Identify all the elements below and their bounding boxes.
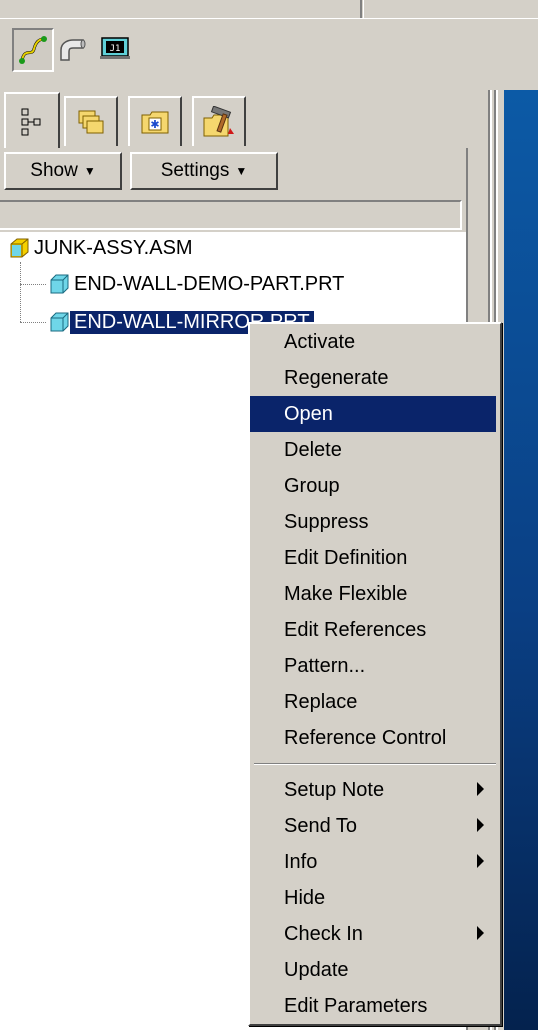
menu-item-label: Send To [284,814,358,837]
menu-separator [254,763,496,765]
menu-item-label: Check In [284,922,363,945]
j1-label: J1 [110,44,121,54]
submenu-arrow-icon [477,854,484,868]
menu-item-update[interactable]: Update [250,952,496,988]
menu-item-label: Edit Definition [284,546,408,569]
menu-item-label: Group [284,474,340,497]
folder-browser-tab[interactable] [64,96,118,146]
part-icon [50,274,69,294]
menu-item-label: Make Flexible [284,582,408,605]
submenu-arrow-icon [477,782,484,796]
show-dropdown-icon: ▼ [83,164,96,178]
menu-item-label: Replace [284,690,358,713]
tree-column-header[interactable] [0,200,462,230]
model-tree-tab[interactable] [4,92,60,150]
menu-item-label: Edit References [284,618,427,641]
model-tree-icon [21,108,41,136]
menu-item-label: Update [284,958,349,981]
menu-item-info[interactable]: Info [250,844,496,880]
menu-item-activate[interactable]: Activate [250,324,496,360]
menu-item-reference-control[interactable]: Reference Control [250,720,496,756]
tree-item-label: END-WALL-DEMO-PART.PRT [74,272,345,295]
menu-item-regenerate[interactable]: Regenerate [250,360,496,396]
menu-item-group[interactable]: Group [250,468,496,504]
menu-item-label: Activate [284,330,356,353]
menu-item-send-to[interactable]: Send To [250,808,496,844]
part-icon [50,312,69,332]
menu-item-label: Hide [284,886,326,909]
menu-item-label: Info [284,850,318,873]
folder-browser-icon [78,110,104,134]
tree-item-part[interactable]: END-WALL-DEMO-PART.PRT [48,270,348,298]
favorites-tab[interactable]: ✱ [128,96,182,146]
menu-item-setup-note[interactable]: Setup Note [250,772,496,808]
menu-item-suppress[interactable]: Suppress [250,504,496,540]
tree-item-assembly[interactable]: JUNK-ASSY.ASM [8,234,197,262]
settings-dropdown-icon: ▼ [235,164,248,178]
menu-item-pattern[interactable]: Pattern... [250,648,496,684]
j1-tool-button[interactable]: J1 [96,28,134,68]
menu-item-hide[interactable]: Hide [250,880,496,916]
pipe-icon [60,39,86,61]
menu-item-label: Delete [284,438,342,461]
menu-item-edit-parameters[interactable]: Edit Parameters [250,988,496,1024]
menu-item-check-in[interactable]: Check In [250,916,496,952]
show-menu-label: Show [30,160,78,181]
menu-item-label: Setup Note [284,778,385,801]
menu-item-edit-references[interactable]: Edit References [250,612,496,648]
menu-item-replace[interactable]: Replace [250,684,496,720]
svg-text:✱: ✱ [150,118,159,131]
curve-icon [19,36,47,64]
graphics-window[interactable] [504,90,538,1030]
menu-item-delete[interactable]: Delete [250,432,496,468]
menu-item-label: Suppress [284,510,369,533]
hammer-folder-icon [203,106,234,137]
submenu-arrow-icon [477,818,484,832]
menu-item-label: Edit Parameters [284,994,428,1017]
menu-item-label: Pattern... [284,654,366,677]
menu-item-make-flexible[interactable]: Make Flexible [250,576,496,612]
j1-icon: J1 [100,37,130,59]
menu-item-edit-definition[interactable]: Edit Definition [250,540,496,576]
menu-item-label: Reference Control [284,726,447,749]
show-menu-button[interactable]: Show ▼ [4,152,122,190]
settings-menu-button[interactable]: Settings ▼ [130,152,278,190]
assembly-icon [10,238,29,258]
connections-tab[interactable] [192,96,246,146]
submenu-arrow-icon [477,926,484,940]
tree-item-label: JUNK-ASSY.ASM [34,236,193,259]
settings-menu-label: Settings [160,160,230,181]
favorites-folder-icon: ✱ [141,111,169,134]
curve-tool-button[interactable] [12,28,54,72]
menu-item-label: Open [284,402,333,425]
top-window-strip [0,0,538,19]
menu-item-open[interactable]: Open [250,396,496,432]
menu-item-label: Regenerate [284,366,389,389]
pipe-tool-button[interactable] [52,28,90,68]
